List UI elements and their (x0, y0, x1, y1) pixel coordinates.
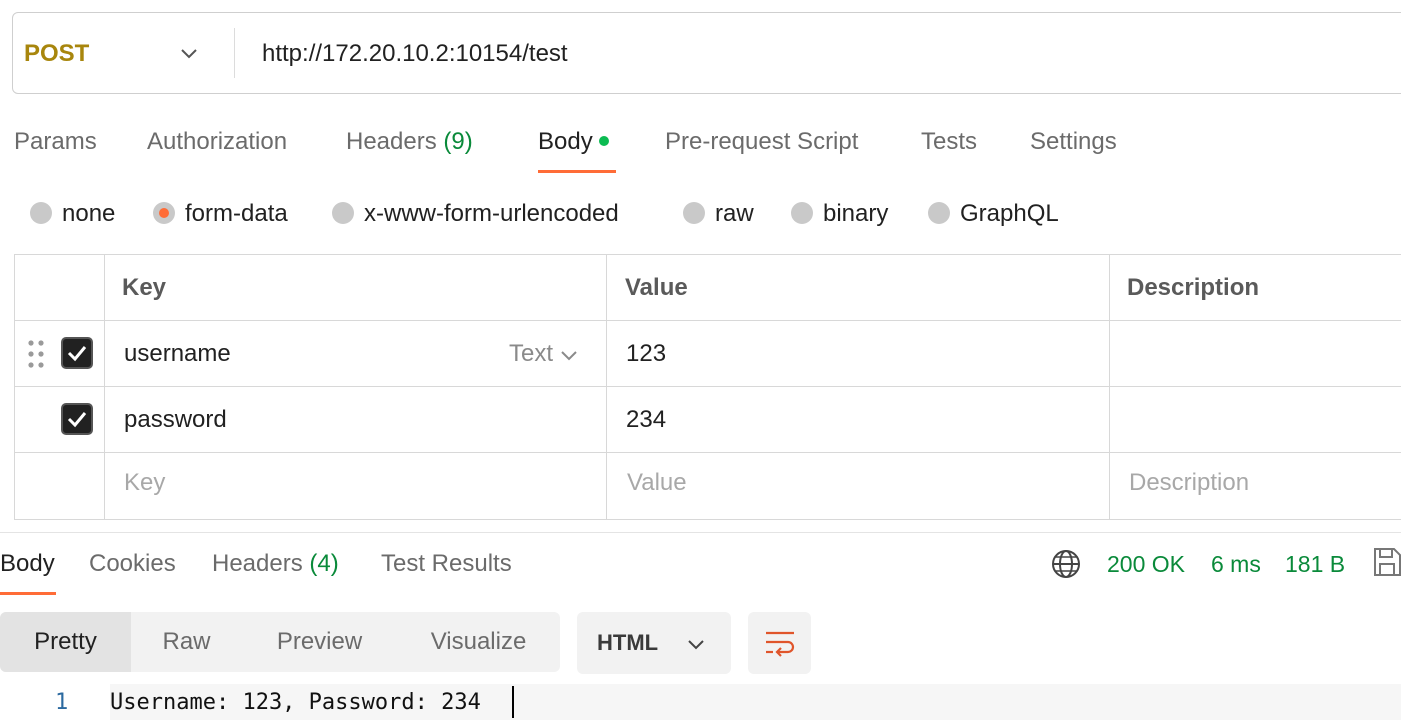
view-preview[interactable]: Preview (242, 612, 397, 672)
line-number: 1 (55, 690, 69, 715)
tab-headers-label: Headers (346, 128, 437, 155)
active-response-tab-indicator (0, 592, 56, 595)
value-input-placeholder[interactable]: Value (627, 469, 687, 497)
row-divider (14, 386, 1401, 387)
radio-binary[interactable]: binary (791, 200, 888, 230)
text-cursor (512, 686, 514, 718)
radio-selected-icon (153, 201, 175, 224)
radio-label: raw (715, 200, 754, 227)
radio-label: x-www-form-urlencoded (364, 200, 619, 227)
chevron-down-icon (688, 640, 704, 650)
radio-icon (928, 201, 950, 224)
modified-dot-icon (598, 135, 609, 146)
format-label: HTML (597, 630, 659, 655)
column-divider (606, 254, 607, 520)
tab-headers[interactable]: Headers (9) (346, 128, 473, 156)
radio-raw[interactable]: raw (683, 200, 754, 230)
key-type-select[interactable]: Text (509, 340, 578, 368)
column-divider (104, 254, 105, 520)
radio-form-data[interactable]: form-data (153, 200, 288, 230)
tab-params[interactable]: Params (14, 128, 97, 156)
column-divider (1109, 254, 1110, 520)
radio-icon (332, 201, 354, 224)
radio-icon (791, 201, 813, 224)
key-input-placeholder[interactable]: Key (124, 469, 165, 497)
save-icon[interactable] (1372, 546, 1401, 578)
radio-none[interactable]: none (30, 200, 115, 230)
key-cell[interactable]: username (124, 340, 231, 368)
response-tab-test-results[interactable]: Test Results (381, 550, 512, 578)
radio-icon (30, 201, 52, 224)
response-tab-headers-label: Headers (212, 550, 303, 577)
tab-body[interactable]: Body (538, 128, 609, 156)
response-size[interactable]: 181 B (1285, 551, 1345, 578)
view-raw[interactable]: Raw (131, 612, 242, 672)
checkmark-icon (67, 346, 87, 362)
url-input[interactable]: http://172.20.10.2:10154/test (262, 40, 568, 68)
globe-icon[interactable] (1050, 548, 1082, 580)
checkmark-icon (67, 412, 87, 428)
key-cell[interactable]: password (124, 406, 227, 434)
active-tab-indicator (538, 170, 616, 173)
value-cell[interactable]: 234 (626, 406, 666, 434)
tab-body-label: Body (538, 128, 593, 155)
url-bar (12, 12, 1401, 94)
response-tab-headers[interactable]: Headers (4) (212, 550, 339, 578)
row-divider (14, 452, 1401, 453)
view-visualize[interactable]: Visualize (397, 612, 560, 672)
radio-label: GraphQL (960, 200, 1059, 227)
tab-prerequest-script[interactable]: Pre-request Script (665, 128, 858, 156)
url-divider (234, 28, 235, 78)
key-type-label: Text (509, 340, 554, 367)
radio-label: form-data (185, 200, 288, 227)
row-checkbox[interactable] (61, 403, 93, 435)
tab-authorization[interactable]: Authorization (147, 128, 287, 156)
row-divider (14, 320, 1401, 321)
response-tab-cookies[interactable]: Cookies (89, 550, 176, 578)
description-input-placeholder[interactable]: Description (1129, 469, 1249, 497)
chevron-down-icon (560, 350, 577, 361)
response-divider (0, 532, 1401, 533)
radio-x-www-form-urlencoded[interactable]: x-www-form-urlencoded (332, 200, 619, 230)
column-header-description: Description (1127, 274, 1260, 301)
column-header-key: Key (122, 274, 167, 301)
row-checkbox[interactable] (61, 337, 93, 369)
tab-tests[interactable]: Tests (921, 128, 977, 156)
status-code[interactable]: 200 OK (1107, 551, 1185, 578)
column-header-value: Value (625, 274, 688, 301)
response-tab-headers-count: (4) (309, 550, 339, 577)
radio-label: binary (823, 200, 889, 227)
radio-label: none (62, 200, 116, 227)
value-cell[interactable]: 123 (626, 340, 666, 368)
wrap-lines-icon (766, 631, 795, 657)
method-select[interactable]: POST (24, 40, 89, 68)
chevron-down-icon[interactable] (178, 42, 200, 64)
response-body-content[interactable]: Username: 123, Password: 234 (110, 690, 481, 715)
tab-settings[interactable]: Settings (1030, 128, 1117, 156)
radio-icon (683, 201, 705, 224)
response-time[interactable]: 6 ms (1211, 551, 1261, 578)
tab-headers-count: (9) (443, 128, 473, 155)
drag-handle-icon[interactable] (28, 340, 44, 368)
response-tab-body[interactable]: Body (0, 550, 55, 578)
radio-graphql[interactable]: GraphQL (928, 200, 1059, 230)
view-pretty[interactable]: Pretty (0, 612, 131, 672)
